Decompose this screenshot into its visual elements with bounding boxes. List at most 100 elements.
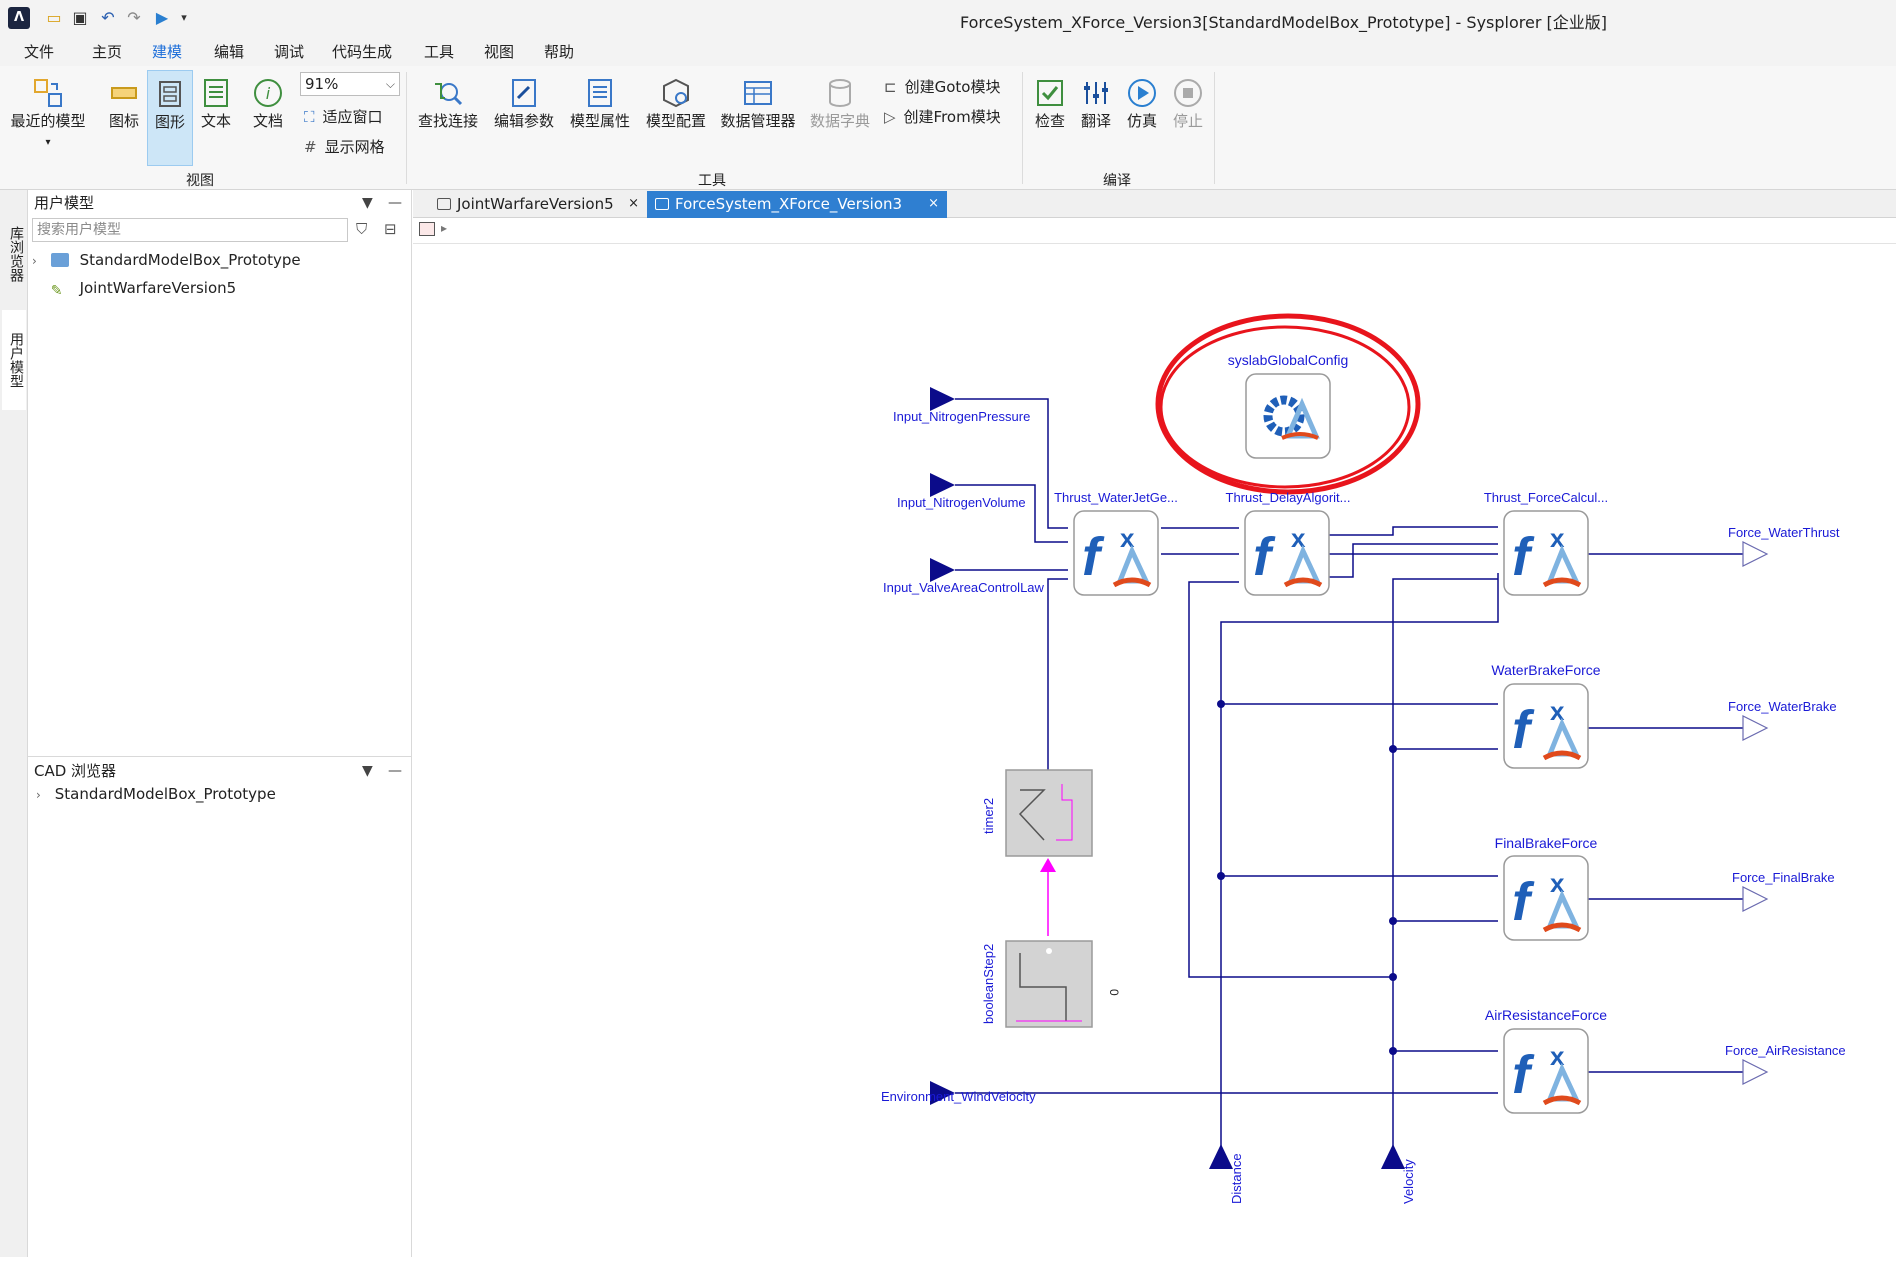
document-tabs: JointWarfareVersion5 × ForceSystem_XForc… xyxy=(413,190,1896,218)
chevron-down-icon: ⌵ xyxy=(385,77,395,91)
model-props-button[interactable]: 模型属性 xyxy=(566,76,634,156)
menu-tab-modeling[interactable]: 建模 xyxy=(148,41,186,66)
show-grid-button[interactable]: # 显示网格 xyxy=(304,136,385,157)
booleanstep2-block[interactable] xyxy=(1005,940,1093,1028)
stop-label: 停止 xyxy=(1172,112,1203,130)
text-view-icon xyxy=(204,79,228,107)
simulate-button[interactable]: 仿真 xyxy=(1122,76,1162,156)
menu-tab-tools[interactable]: 工具 xyxy=(420,41,458,66)
output-air-resistance-connector[interactable] xyxy=(1742,1059,1768,1085)
text-view-button[interactable]: 文本 xyxy=(196,76,236,156)
menu-tab-edit[interactable]: 编辑 xyxy=(210,41,248,66)
fit-window-button[interactable]: ⛶ 适应窗口 xyxy=(304,106,383,127)
menu-tab-debug[interactable]: 调试 xyxy=(270,41,308,66)
cad-browser-title: CAD 浏览器 xyxy=(34,762,117,780)
find-connection-button[interactable]: 查找连接 xyxy=(414,76,482,156)
wire-junctions xyxy=(1217,700,1397,1055)
run-icon[interactable]: ▶ xyxy=(150,6,174,30)
window-title: ForceSystem_XForce_Version3[StandardMode… xyxy=(960,13,1607,32)
menu-tab-view[interactable]: 视图 xyxy=(480,41,518,66)
data-manager-button[interactable]: 数据管理器 xyxy=(716,76,800,156)
stop-button[interactable]: 停止 xyxy=(1168,76,1208,156)
thrust-delay-block[interactable] xyxy=(1245,511,1329,595)
thrust-forcecalc-block[interactable] xyxy=(1504,511,1588,595)
tree-item-standardmodelbox[interactable]: › StandardModelBox_Prototype xyxy=(32,248,301,272)
recent-models-label: 最近的模型 xyxy=(10,112,86,130)
menu-tab-help[interactable]: 帮助 xyxy=(540,41,578,66)
doc-view-button[interactable]: i 文档 xyxy=(248,76,288,156)
panel-menu-icon[interactable]: ▼ xyxy=(362,758,373,784)
close-icon[interactable]: × xyxy=(928,191,939,217)
model-props-label: 模型属性 xyxy=(569,112,630,130)
diagram-canvas[interactable]: f x Input_NitrogenPressure Input_Nitroge… xyxy=(413,244,1896,1257)
data-dictionary-button[interactable]: 数据字典 xyxy=(804,76,876,156)
panel-minimize-icon[interactable]: — xyxy=(388,190,402,216)
icon-view-label: 图标 xyxy=(108,112,139,130)
syslab-global-config-block[interactable] xyxy=(1245,373,1331,459)
filter-icon[interactable]: ⛉ xyxy=(356,220,367,238)
check-icon xyxy=(1037,80,1063,106)
expand-arrow-icon[interactable]: › xyxy=(36,783,50,807)
output-final-brake-label: Force_FinalBrake xyxy=(1732,870,1835,885)
output-final-brake-connector[interactable] xyxy=(1742,886,1768,912)
check-button[interactable]: 检查 xyxy=(1030,76,1070,156)
undo-icon[interactable]: ↶ xyxy=(96,6,120,30)
recent-models-dropdown-icon: ▾ xyxy=(45,137,51,148)
model-config-button[interactable]: 模型配置 xyxy=(642,76,710,156)
zoom-select[interactable]: 91% ⌵ xyxy=(300,72,400,96)
app-logo-icon: Λ xyxy=(8,7,30,29)
tree-item-jointwarfare[interactable]: ✎ JointWarfareVersion5 xyxy=(32,276,236,300)
model-breadcrumb-icon[interactable] xyxy=(419,222,435,236)
input-nitrogen-pressure-label: Input_NitrogenPressure xyxy=(893,409,1030,424)
menu-tab-home[interactable]: 主页 xyxy=(88,41,126,66)
side-tab-library-browser[interactable]: 库浏览器 xyxy=(2,204,26,304)
output-water-thrust-connector[interactable] xyxy=(1742,541,1768,567)
translate-button[interactable]: 翻译 xyxy=(1076,76,1116,156)
doc-tab-jointwarfare[interactable]: JointWarfareVersion5 × xyxy=(429,191,647,218)
edit-params-button[interactable]: 编辑参数 xyxy=(490,76,558,156)
open-folder-icon[interactable]: ▭ xyxy=(42,6,66,30)
model-config-icon xyxy=(663,78,689,108)
waterjet-block-label: Thrust_WaterJetGe... xyxy=(1054,490,1178,505)
edit-params-icon xyxy=(512,79,536,107)
water-brake-force-block[interactable] xyxy=(1504,684,1588,768)
recent-models-button[interactable]: 最近的模型 ▾ xyxy=(6,76,90,166)
ribbon-separator xyxy=(1022,72,1023,184)
final-brake-force-block[interactable] xyxy=(1504,856,1588,940)
info-icon: i xyxy=(254,79,282,107)
panel-menu-icon[interactable]: ▼ xyxy=(362,190,373,216)
output-water-brake-label: Force_WaterBrake xyxy=(1728,699,1837,714)
doc-tab-forcesystem[interactable]: ForceSystem_XForce_Version3 × xyxy=(647,191,947,218)
quick-access-dropdown-icon[interactable]: ▾ xyxy=(172,6,196,30)
svg-text:i: i xyxy=(266,84,271,103)
output-water-brake-connector[interactable] xyxy=(1742,715,1768,741)
timer2-block[interactable] xyxy=(1005,769,1093,857)
input-wind-velocity-label: Environment_WindVelocity xyxy=(881,1089,1036,1104)
booleanstep2-value: 0 xyxy=(1107,989,1121,996)
cad-tree-item-standardmodelbox[interactable]: › StandardModelBox_Prototype xyxy=(36,782,276,806)
breadcrumb-arrow-icon[interactable]: ▸ xyxy=(441,221,447,235)
ribbon-separator xyxy=(406,72,407,184)
air-resistance-force-block[interactable] xyxy=(1504,1029,1588,1113)
simulate-label: 仿真 xyxy=(1126,112,1157,130)
menu-tab-file[interactable]: 文件 xyxy=(20,41,58,66)
save-icon[interactable]: ▣ xyxy=(68,6,92,30)
collapse-all-icon[interactable]: ⊟ xyxy=(384,220,397,238)
menu-tab-codegen[interactable]: 代码生成 xyxy=(328,41,396,66)
redo-icon[interactable]: ↷ xyxy=(122,6,146,30)
thrust-waterjet-block[interactable] xyxy=(1074,511,1158,595)
diagram-view-label: 图形 xyxy=(154,113,185,131)
tree-item-label: JointWarfareVersion5 xyxy=(79,279,237,297)
diagram-view-button[interactable]: 图形 xyxy=(147,70,193,166)
search-user-models-input[interactable]: 搜索用户模型 xyxy=(32,218,348,242)
booleanstep2-label: booleanStep2 xyxy=(981,944,996,1024)
close-icon[interactable]: × xyxy=(628,191,639,217)
create-from-button[interactable]: ▷ 创建From模块 xyxy=(884,106,1001,127)
expand-arrow-icon[interactable]: › xyxy=(32,249,46,273)
diagram-view-icon xyxy=(159,81,181,107)
icon-view-button[interactable]: 图标 xyxy=(104,76,144,156)
create-goto-button[interactable]: ⊏ 创建Goto模块 xyxy=(884,76,1000,97)
side-tab-user-models[interactable]: 用户模型 xyxy=(2,310,26,410)
user-models-title: 用户模型 xyxy=(34,194,95,212)
panel-minimize-icon[interactable]: — xyxy=(388,758,402,784)
